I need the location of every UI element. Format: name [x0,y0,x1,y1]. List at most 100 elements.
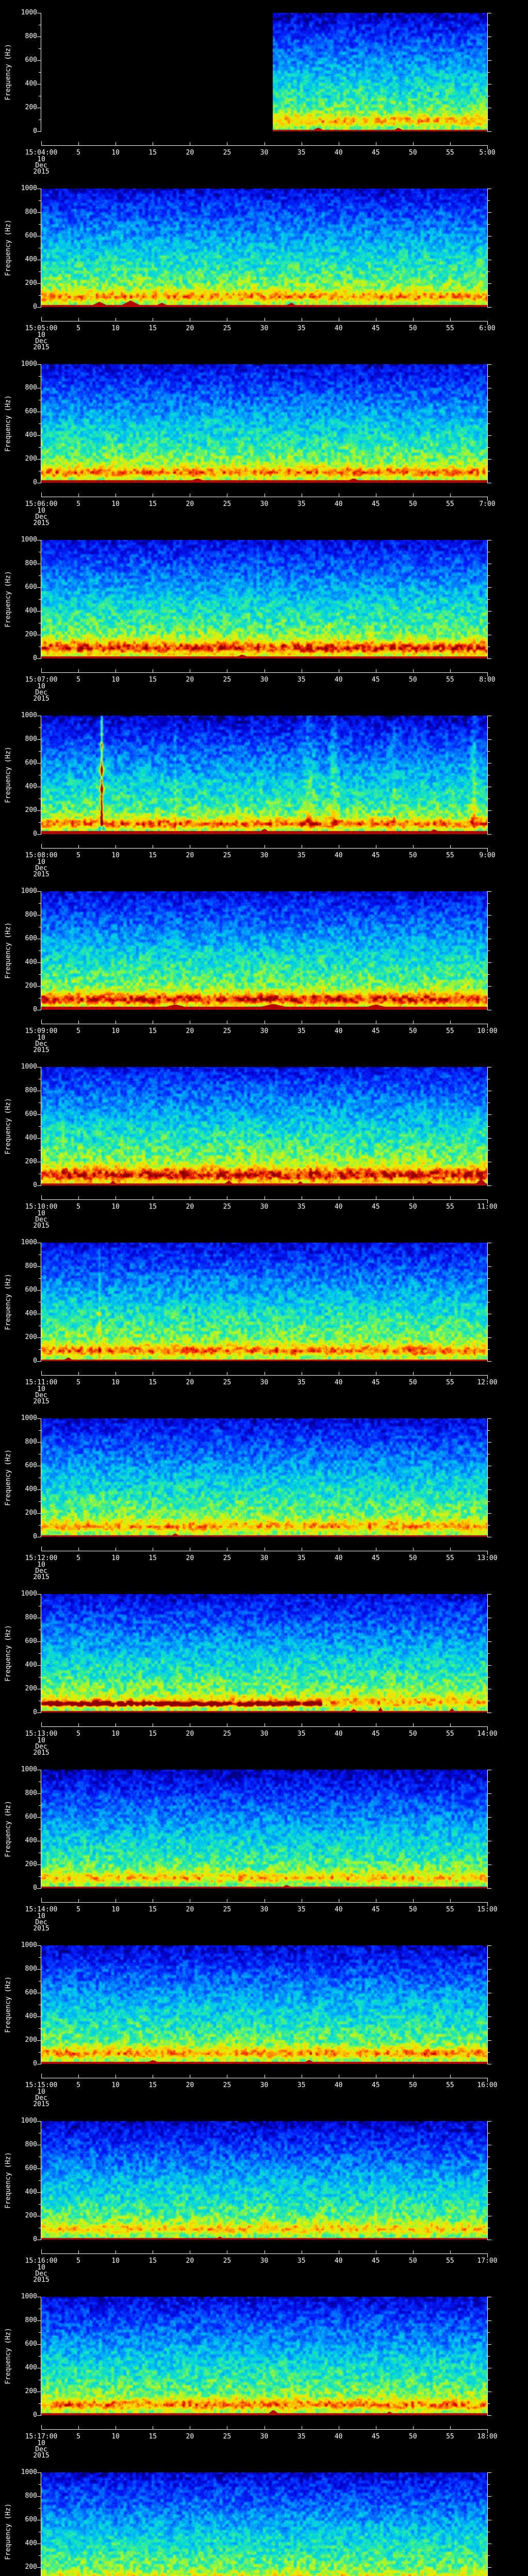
y-major-tick [37,2415,41,2416]
x-tick [41,668,42,672]
y-minor-tick [488,1653,490,1654]
x-tick [450,1021,451,1024]
y-major-tick [488,915,491,916]
y-tick-label: 200 [25,455,37,463]
y-minor-tick [39,599,41,600]
x-tick-label: 10 [111,1906,120,1913]
y-tick-label: 400 [25,1837,37,1844]
end-time-label: 12:00 [477,1379,498,1386]
y-major-tick [488,1945,491,1946]
x-tick-label: 10 [111,500,120,508]
y-minor-tick [39,903,41,904]
y-major-tick [37,658,41,659]
x-tick-label: 30 [260,852,269,859]
y-minor-tick [488,224,490,225]
y-tick-label: 1000 [21,184,37,192]
y-major-tick [37,1185,41,1186]
y-minor-tick [488,295,490,296]
y-tick-label: 400 [25,1134,37,1142]
y-tick-label: 1000 [21,2468,37,2476]
y-major-tick [488,658,491,659]
y-tick-label: 600 [25,56,37,64]
x-tick-label: 30 [260,325,269,332]
time-axis-ruler [41,1902,488,1903]
y-major-tick [488,810,491,811]
x-tick-label: 50 [409,1027,417,1035]
y-tick-label: 0 [33,1357,37,1365]
y-minor-tick [39,376,41,377]
x-tick [78,1723,79,1726]
y-minor-tick [39,224,41,225]
y-major-tick [37,2192,41,2193]
y-minor-tick [488,903,490,904]
y-minor-tick [488,447,490,448]
end-time-label: 8:00 [479,676,496,684]
date-line: 2015 [33,1398,50,1405]
y-minor-tick [39,423,41,424]
y-tick-label: 400 [25,2539,37,2547]
y-major-tick [37,891,41,892]
end-time-label: 10:00 [477,1027,498,1035]
y-major-tick [37,1641,41,1642]
time-axis-ruler [41,2253,488,2254]
end-time-label: 9:00 [479,852,496,859]
y-minor-tick [39,2555,41,2556]
y-tick-label: 600 [25,583,37,591]
end-time-label: 14:00 [477,1730,498,1738]
y-tick-label: 600 [25,1462,37,1469]
x-tick-label: 20 [186,2081,194,2089]
x-tick-label: 15 [148,2433,157,2441]
y-major-tick [488,1969,491,1970]
y-tick-label: 200 [25,982,37,990]
x-tick-label: 5 [76,1554,80,1562]
x-tick-label: 5 [76,149,80,157]
x-tick [412,1548,414,1551]
y-minor-tick [39,295,41,296]
y-tick-label: 1000 [21,2293,37,2300]
x-tick [78,1899,79,1902]
x-tick [450,2250,451,2253]
y-minor-tick [39,2484,41,2485]
spectrogram-canvas [41,364,487,483]
x-tick-label: 5 [76,325,80,332]
y-major-tick [488,1185,491,1186]
x-tick-label: 50 [409,852,417,859]
x-tick-label: 35 [297,1379,306,1386]
y-tick-label: 0 [33,1884,37,1892]
y-tick-label: 200 [25,104,37,111]
y-tick-label: 200 [25,2387,37,2395]
x-tick [41,1547,42,1551]
y-tick-label: 1000 [21,1414,37,1422]
end-time-label: 16:00 [477,2081,498,2089]
y-tick-label: 600 [25,232,37,240]
y-minor-tick [39,72,41,73]
x-tick-label: 20 [186,325,194,332]
y-major-tick [488,1793,491,1794]
x-tick-label: 45 [371,1554,380,1562]
spectrogram-panel: Frequency (Hz)1000800600400200015:18:005… [0,2460,528,2576]
y-axis-label: Frequency (Hz) [4,922,12,979]
y-major-tick [488,1641,491,1642]
time-axis-ruler [41,1375,488,1376]
x-tick-label: 55 [446,149,454,157]
y-minor-tick [39,1957,41,1958]
x-tick-label: 30 [260,2081,269,2089]
y-major-tick [488,986,491,987]
x-tick [41,844,42,848]
x-tick-label: 10 [111,2081,120,2089]
end-time-label: 18:00 [477,2433,498,2441]
x-tick-label: 40 [334,500,343,508]
x-tick-label: 25 [223,1027,232,1035]
time-axis-ruler [41,848,488,849]
x-tick-label: 25 [223,325,232,332]
y-tick-label: 200 [25,806,37,814]
x-tick [78,1196,79,1199]
y-tick-label: 1000 [21,1239,37,1246]
x-tick [450,845,451,848]
end-time-label: 17:00 [477,2257,498,2265]
x-tick-label: 55 [446,1379,454,1386]
spectrogram-panel: Frequency (Hz) 1000 800 600 400 200 0 15:13:00 5… [0,1581,528,1757]
x-tick [412,2250,414,2253]
x-tick-label: 10 [111,1027,120,1035]
y-major-tick [488,1361,491,1362]
